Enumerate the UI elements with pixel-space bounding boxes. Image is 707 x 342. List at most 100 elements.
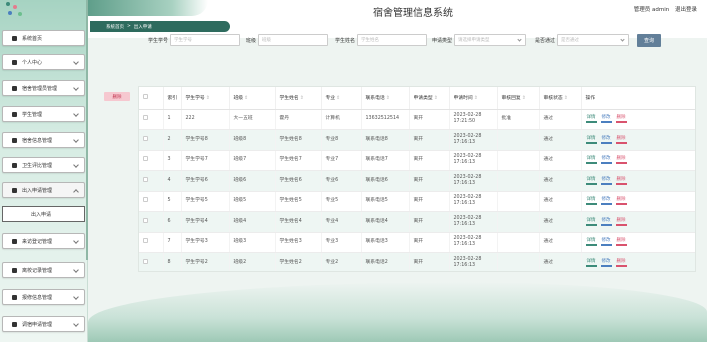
logout-link[interactable]: 退出登录 — [675, 7, 697, 13]
column-header[interactable]: 专业⇕ — [321, 87, 362, 110]
apply-type-placeholder: 请选择申请类型 — [458, 38, 490, 43]
table-cell: 离开 — [409, 191, 450, 212]
row-checkbox[interactable] — [139, 109, 164, 130]
sidebar-item-dorm-admin[interactable]: 宿舍管理员管理 — [2, 80, 85, 96]
view-button[interactable]: 详情 — [585, 177, 597, 185]
query-button[interactable]: 查询 — [637, 34, 661, 47]
sidebar-item-access-apply[interactable]: 出入申请管理 — [2, 182, 85, 198]
sidebar-subitem-access-apply[interactable]: 出入申请 — [2, 206, 85, 222]
sidebar-item-label: 出入申请管理 — [22, 187, 53, 194]
table-cell: 离开 — [409, 109, 450, 130]
apply-type-select[interactable]: 请选择申请类型 — [454, 34, 527, 46]
view-button[interactable]: 详情 — [585, 115, 597, 124]
sidebar-scrollbar[interactable] — [86, 0, 88, 260]
column-header[interactable]: 审核回复⇕ — [497, 87, 540, 110]
sort-icon[interactable]: ⇕ — [522, 96, 526, 101]
sort-icon[interactable]: ⇕ — [300, 96, 304, 101]
sidebar-item-room-change[interactable]: 调宿申请管理 — [2, 316, 85, 332]
sidebar-item-profile[interactable]: 个人中心 — [2, 54, 85, 70]
sort-icon[interactable]: ⇕ — [336, 96, 340, 101]
column-header: 索引 — [163, 87, 182, 110]
breadcrumb-home[interactable]: 系统首页 — [106, 24, 124, 30]
edit-button[interactable]: 修改 — [600, 136, 612, 144]
batch-delete-button[interactable]: 删除 — [104, 92, 130, 101]
delete-button[interactable]: 删除 — [615, 197, 627, 206]
view-button[interactable]: 详情 — [585, 156, 597, 165]
sort-icon[interactable]: ⇕ — [244, 96, 248, 101]
sort-icon[interactable]: ⇕ — [434, 96, 438, 101]
row-actions: 详情 修改 删除 — [581, 150, 695, 171]
view-button[interactable]: 详情 — [585, 259, 597, 267]
column-header[interactable]: 班级⇕ — [229, 87, 276, 110]
delete-button[interactable]: 删除 — [615, 218, 627, 226]
view-button[interactable]: 详情 — [585, 136, 597, 144]
student-no-input[interactable]: 学生学号 — [170, 34, 241, 46]
sidebar-item-repairs[interactable]: 报修信息管理 — [2, 289, 85, 305]
column-header[interactable]: 申请时间⇕ — [449, 87, 498, 110]
row-checkbox[interactable] — [139, 252, 164, 271]
table-cell: 2 — [163, 129, 182, 151]
sort-icon[interactable]: ⇕ — [386, 96, 390, 101]
table-cell: 联系电话4 — [361, 211, 410, 233]
table-cell: 离开 — [409, 232, 450, 253]
home-icon — [12, 35, 17, 41]
sidebar-item-visitors[interactable]: 来访登记管理 — [2, 233, 85, 249]
column-header[interactable]: 审核状态⇕ — [539, 87, 582, 110]
sort-icon[interactable]: ⇕ — [474, 96, 478, 101]
breadcrumb: 系统首页 > 出入申请 — [90, 21, 230, 32]
edit-button[interactable]: 修改 — [600, 197, 612, 206]
delete-button[interactable]: 删除 — [615, 156, 627, 165]
row-checkbox[interactable] — [139, 191, 164, 212]
delete-button[interactable]: 删除 — [615, 238, 627, 247]
chevron-down-icon — [620, 37, 625, 42]
edit-button[interactable]: 修改 — [600, 115, 612, 124]
chevron-down-icon — [73, 137, 79, 143]
view-button[interactable]: 详情 — [585, 197, 597, 206]
table-cell: 专业3 — [321, 232, 362, 253]
edit-button[interactable]: 修改 — [600, 156, 612, 165]
table-cell: 计算机 — [321, 109, 362, 130]
column-header-label: 班级 — [233, 96, 244, 102]
column-header[interactable]: 申请类型⇕ — [409, 87, 450, 110]
delete-button[interactable]: 删除 — [615, 136, 627, 144]
sidebar-item-hygiene[interactable]: 卫生评比管理 — [2, 157, 85, 173]
row-checkbox[interactable] — [139, 211, 164, 233]
row-checkbox[interactable] — [139, 150, 164, 171]
class-input[interactable]: 班级 — [258, 34, 329, 46]
search-label: 班级 — [246, 37, 257, 44]
row-actions: 详情 修改 删除 — [581, 109, 695, 130]
sidebar-item-home[interactable]: 系统首页 — [2, 30, 85, 46]
column-header[interactable]: 联系电话⇕ — [361, 87, 410, 110]
view-button[interactable]: 详情 — [585, 238, 597, 247]
sort-icon[interactable]: ⇕ — [564, 96, 568, 101]
delete-button[interactable]: 删除 — [615, 259, 627, 267]
row-checkbox[interactable] — [139, 129, 164, 151]
approved-select[interactable]: 是否通过 — [557, 34, 630, 46]
delete-button[interactable]: 删除 — [615, 177, 627, 185]
edit-button[interactable]: 修改 — [600, 238, 612, 247]
edit-button[interactable]: 修改 — [600, 218, 612, 226]
table-cell: 5 — [163, 191, 182, 212]
edit-button[interactable]: 修改 — [600, 259, 612, 267]
sidebar-item-dorm-info[interactable]: 宿舍信息管理 — [2, 132, 85, 148]
column-header[interactable]: 学生姓名⇕ — [275, 87, 322, 110]
sidebar-item-label: 调宿申请管理 — [22, 321, 53, 328]
person-icon — [12, 59, 17, 65]
column-header[interactable]: 学生学号⇕ — [181, 87, 230, 110]
column-header-label: 审核回复 — [501, 96, 521, 102]
sidebar-item-leave-records[interactable]: 离校记录管理 — [2, 262, 85, 278]
column-header-label: 学生学号 — [185, 96, 205, 102]
edit-button[interactable]: 修改 — [600, 177, 612, 185]
sidebar-item-students[interactable]: 学生管理 — [2, 106, 85, 122]
sidebar: 系统首页 个人中心 宿舍管理员管理 学生管理 宿舍信息管理 卫生评比管理 出入申… — [0, 0, 88, 342]
sort-icon[interactable]: ⇕ — [206, 96, 210, 101]
column-header-label: 学生姓名 — [279, 96, 299, 102]
delete-button[interactable]: 删除 — [615, 115, 627, 124]
row-checkbox[interactable] — [139, 170, 164, 192]
view-button[interactable]: 详情 — [585, 218, 597, 226]
student-name-input[interactable]: 学生姓名 — [357, 34, 428, 46]
select-all-checkbox[interactable] — [139, 87, 164, 110]
table-cell: 学生姓名4 — [275, 211, 322, 233]
person-icon — [12, 162, 17, 168]
row-checkbox[interactable] — [139, 232, 164, 253]
